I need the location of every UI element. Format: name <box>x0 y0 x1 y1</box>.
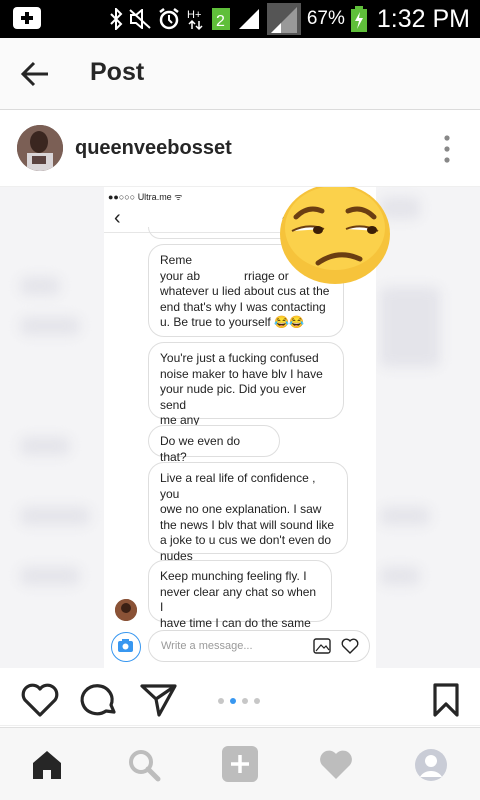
message-bubble: Do we even do that? <box>148 425 280 464</box>
activity-heart-icon[interactable] <box>319 748 353 782</box>
bookmark-icon[interactable] <box>428 682 464 718</box>
sender-avatar <box>115 599 137 621</box>
battery-percent: 67% <box>306 8 345 29</box>
profile-icon[interactable] <box>414 748 448 782</box>
chat-screenshot: ●●○○○ Ultra.me ᯤ ☾ ⊕ ↗ ⏰ ▬ ‹ er i Reme a… <box>104 187 390 668</box>
composer-placeholder: Write a message... <box>161 640 253 652</box>
comment-icon[interactable] <box>80 682 120 718</box>
alarm-icon <box>159 8 179 30</box>
hplus-icon: H+ <box>187 9 203 31</box>
signal-icon <box>238 9 259 29</box>
status-bar: H+ 2 67% 1:32 PM <box>0 0 480 38</box>
signal-icon-2 <box>266 3 301 35</box>
message-bubble: Live a real life of confidence , you owe… <box>148 462 348 563</box>
share-icon[interactable] <box>139 682 179 718</box>
camera-icon <box>111 632 141 662</box>
bluetooth-icon <box>110 8 123 30</box>
clock: 1:32 PM <box>376 4 470 33</box>
sim-icon: 2 <box>211 8 230 30</box>
battery-icon <box>350 6 367 32</box>
home-icon[interactable] <box>30 748 64 782</box>
carousel-dot <box>218 698 224 704</box>
mute-icon <box>129 9 151 29</box>
bottom-nav <box>0 727 480 800</box>
carousel-dot <box>242 698 248 704</box>
back-arrow-icon[interactable] <box>20 60 50 88</box>
like-heart-icon[interactable] <box>20 682 60 718</box>
avatar[interactable] <box>17 125 63 171</box>
carrier-label: ●●○○○ Ultra.me ᯤ <box>108 192 183 202</box>
unamused-face-emoji <box>280 187 390 284</box>
hangouts-icon <box>13 7 41 29</box>
page-title: Post <box>90 58 145 86</box>
gallery-icon <box>313 638 331 654</box>
post-image[interactable]: ●●○○○ Ultra.me ᯤ ☾ ⊕ ↗ ⏰ ▬ ‹ er i Reme a… <box>0 187 480 668</box>
screenshot-back-icon: ‹ <box>114 207 121 229</box>
message-composer: Write a message... <box>148 630 370 662</box>
app-bar: Post <box>0 38 480 110</box>
more-vertical-icon[interactable] <box>442 134 452 164</box>
heart-icon <box>341 638 359 654</box>
add-icon[interactable] <box>222 746 258 782</box>
carousel-dot-active <box>230 698 236 704</box>
message-bubble: Keep munching feeling fly. I never clear… <box>148 560 332 630</box>
post-actions <box>0 668 480 726</box>
username[interactable]: queenveebosset <box>75 137 232 160</box>
carousel-dot <box>254 698 260 704</box>
post-header: queenveebosset <box>0 110 480 187</box>
message-bubble: You're just a fucking confused noise mak… <box>148 342 344 427</box>
svg-text:2: 2 <box>216 13 225 30</box>
svg-text:H+: H+ <box>187 9 201 21</box>
carousel-indicator <box>218 698 260 704</box>
search-icon[interactable] <box>127 748 161 782</box>
